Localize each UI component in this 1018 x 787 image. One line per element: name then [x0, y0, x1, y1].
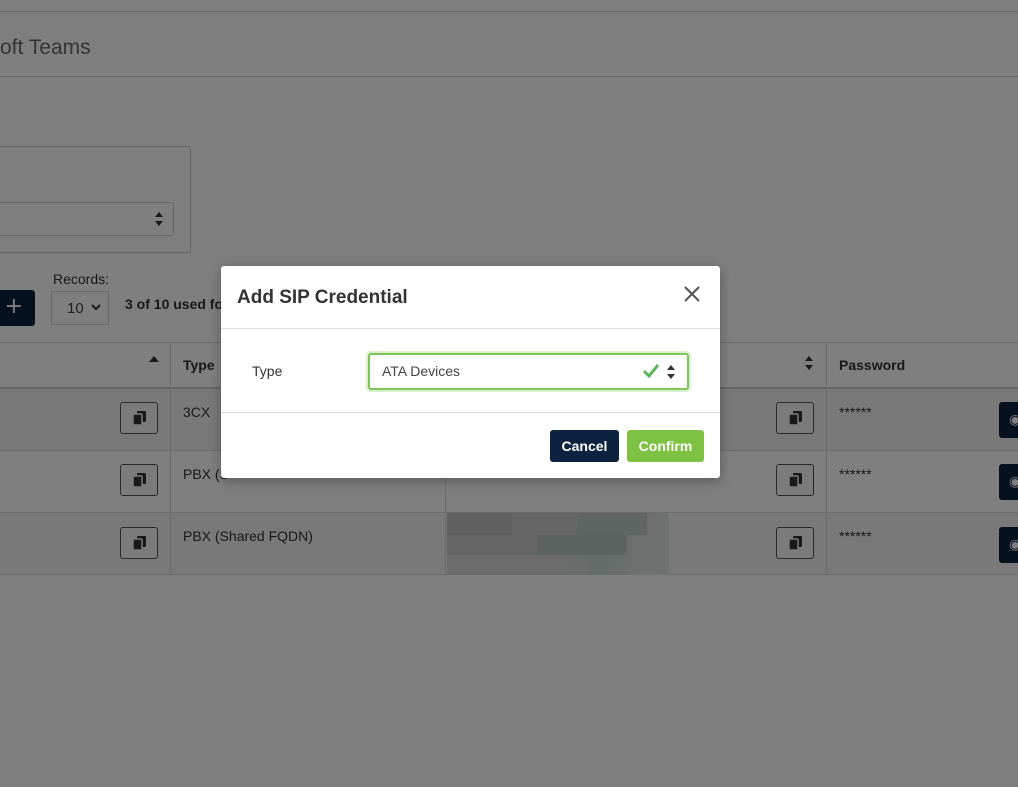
- modal-title: Add SIP Credential: [237, 287, 408, 308]
- type-select[interactable]: ATA Devices: [368, 353, 689, 390]
- check-icon: [642, 364, 660, 379]
- type-label: Type: [252, 363, 283, 379]
- type-select-value: ATA Devices: [382, 363, 461, 379]
- modal-header: Add SIP Credential: [221, 266, 720, 329]
- cancel-button[interactable]: Cancel: [550, 430, 619, 462]
- close-icon[interactable]: [681, 283, 703, 305]
- modal-body: Type ATA Devices: [221, 330, 720, 413]
- sort-arrows-icon: [667, 365, 675, 379]
- confirm-button[interactable]: Confirm: [627, 430, 704, 462]
- add-sip-credential-dialog: Add SIP Credential Type ATA Devices Canc…: [221, 266, 720, 478]
- modal-footer: Cancel Confirm: [221, 414, 720, 478]
